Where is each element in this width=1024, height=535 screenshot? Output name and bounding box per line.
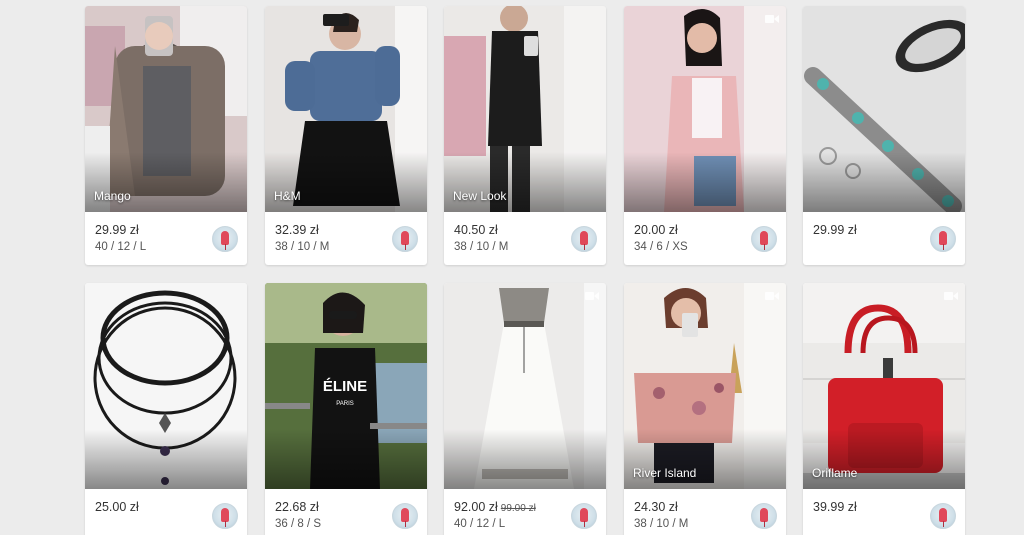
product-photo[interactable]: H&M	[265, 6, 427, 212]
price-label: 29.99 zł	[813, 223, 857, 237]
photo-woman-denim-shirt	[265, 6, 427, 212]
product-info: 40.50 zł 38 / 10 / M	[444, 212, 606, 265]
seller-avatar[interactable]	[212, 503, 238, 529]
product-card[interactable]: 20.00 zł 34 / 6 / XS	[624, 6, 786, 265]
photo-woman-plaid-shirt	[85, 6, 247, 212]
photo-woman-pink-blazer	[624, 6, 786, 212]
product-photo[interactable]: New Look	[444, 6, 606, 212]
size-label: 38 / 10 / M	[275, 241, 330, 253]
video-camera-icon	[585, 292, 599, 300]
seller-avatar[interactable]	[571, 226, 597, 252]
seller-avatar[interactable]	[571, 503, 597, 529]
brand-label: River Island	[633, 466, 697, 480]
product-photo[interactable]	[444, 283, 606, 489]
old-price: 99.00 zł	[500, 503, 536, 514]
product-info: 32.39 zł 38 / 10 / M	[265, 212, 427, 265]
price-label: 25.00 zł	[95, 500, 139, 514]
seller-avatar[interactable]	[930, 503, 956, 529]
current-price: 92.00 zł	[454, 500, 498, 514]
product-card[interactable]: ÉLINE PARIS 22.68 zł 36 / 8 / S	[265, 283, 427, 535]
price-label: 92.00 zł 99.00 zł	[454, 500, 536, 514]
price-label: 22.68 zł	[275, 500, 319, 514]
product-photo[interactable]: Oriflame	[803, 283, 965, 489]
size-label: 36 / 8 / S	[275, 518, 322, 530]
product-photo[interactable]: ÉLINE PARIS	[265, 283, 427, 489]
size-label: 40 / 12 / L	[95, 241, 147, 253]
photo-turquoise-bracelet	[803, 6, 965, 212]
price-label: 24.30 zł	[634, 500, 678, 514]
product-info: 29.99 zł 40 / 12 / L	[85, 212, 247, 265]
product-info: 24.30 zł 38 / 10 / M	[624, 489, 786, 535]
size-label: 34 / 6 / XS	[634, 241, 688, 253]
price-label: 32.39 zł	[275, 223, 319, 237]
product-photo[interactable]	[85, 283, 247, 489]
price-label: 40.50 zł	[454, 223, 498, 237]
product-card[interactable]: New Look 40.50 zł 38 / 10 / M	[444, 6, 606, 265]
photo-red-handbag	[803, 283, 965, 489]
shirt-print-text: ÉLINE	[323, 378, 367, 395]
product-info: 92.00 zł 99.00 zł 40 / 12 / L	[444, 489, 606, 535]
photo-woman-celine-tank: ÉLINE PARIS	[265, 283, 427, 489]
seller-avatar[interactable]	[751, 226, 777, 252]
seller-avatar[interactable]	[392, 503, 418, 529]
product-photo[interactable]: River Island	[624, 283, 786, 489]
product-photo[interactable]	[624, 6, 786, 212]
product-info: 22.68 zł 36 / 8 / S	[265, 489, 427, 535]
product-card[interactable]: 92.00 zł 99.00 zł 40 / 12 / L	[444, 283, 606, 535]
photo-white-maxi-dress	[444, 283, 606, 489]
price-label: 20.00 zł	[634, 223, 678, 237]
product-photo[interactable]: Mango	[85, 6, 247, 212]
price-label: 39.99 zł	[813, 500, 857, 514]
product-card[interactable]: River Island 24.30 zł 38 / 10 / M	[624, 283, 786, 535]
video-camera-icon	[765, 15, 779, 23]
video-camera-icon	[765, 292, 779, 300]
brand-label: New Look	[453, 189, 507, 203]
product-photo[interactable]	[803, 6, 965, 212]
product-card[interactable]: H&M 32.39 zł 38 / 10 / M	[265, 6, 427, 265]
brand-label: Mango	[94, 189, 131, 203]
product-info: 20.00 zł 34 / 6 / XS	[624, 212, 786, 265]
product-card[interactable]: Mango 29.99 zł 40 / 12 / L	[85, 6, 247, 265]
shirt-print-subtext: PARIS	[336, 401, 354, 407]
product-info: 25.00 zł	[85, 489, 247, 535]
size-label: 38 / 10 / M	[634, 518, 689, 530]
product-grid: Mango 29.99 zł 40 / 12 / L H&M 32.39 zł …	[0, 0, 1024, 535]
seller-avatar[interactable]	[212, 226, 238, 252]
brand-label: Oriflame	[812, 466, 858, 480]
product-card[interactable]: 25.00 zł	[85, 283, 247, 535]
product-info: 39.99 zł	[803, 489, 965, 535]
photo-woman-black-dress	[444, 6, 606, 212]
photo-black-chokers	[85, 283, 247, 489]
price-label: 29.99 zł	[95, 223, 139, 237]
product-card[interactable]: 29.99 zł	[803, 6, 965, 265]
seller-avatar[interactable]	[392, 226, 418, 252]
video-camera-icon	[944, 292, 958, 300]
brand-label: H&M	[274, 189, 301, 203]
product-info: 29.99 zł	[803, 212, 965, 265]
size-label: 40 / 12 / L	[454, 518, 506, 530]
photo-woman-floral-top	[624, 283, 786, 489]
product-card[interactable]: Oriflame 39.99 zł	[803, 283, 965, 535]
seller-avatar[interactable]	[751, 503, 777, 529]
size-label: 38 / 10 / M	[454, 241, 509, 253]
seller-avatar[interactable]	[930, 226, 956, 252]
